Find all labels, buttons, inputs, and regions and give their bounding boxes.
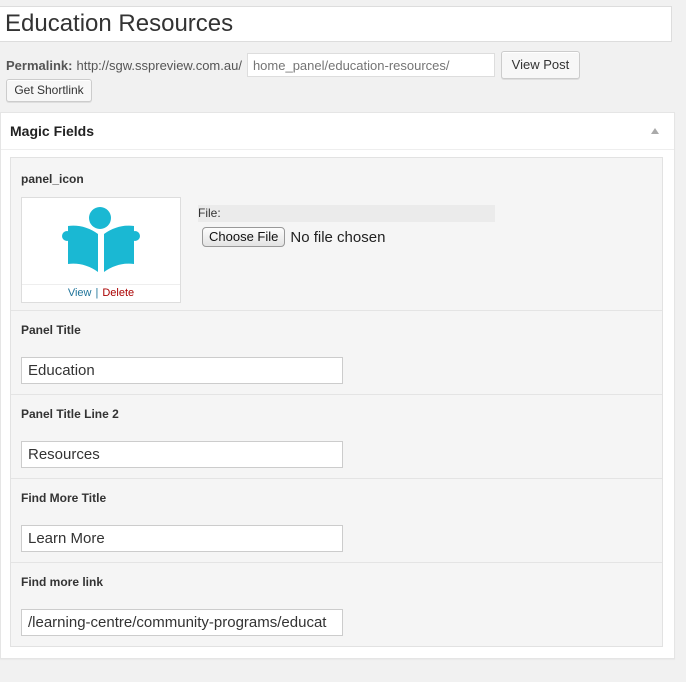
permalink-row: Permalink: http://sgw.sspreview.com.au/ … [6,51,580,79]
field-label-find-more-link: Find more link [21,575,104,589]
field-panel-icon: panel_icon View | Delete File: Choose File [11,158,662,311]
field-label-panel-icon: panel_icon [21,172,84,186]
field-label-find-more-title: Find More Title [21,491,107,505]
post-title-input[interactable] [0,6,672,42]
field-label-panel-title-line-2: Panel Title Line 2 [21,407,119,421]
panel-title-input[interactable]: Education [21,357,343,384]
fields-container: panel_icon View | Delete File: Choose File [10,157,663,647]
view-image-link[interactable]: View [68,287,92,299]
panel-title-line-2-input[interactable]: Resources [21,441,343,468]
file-upload: File: Choose File No file chosen [198,205,495,247]
view-post-button[interactable]: View Post [500,51,580,79]
metabox-header[interactable]: Magic Fields [1,113,674,150]
slug-input[interactable] [246,53,495,77]
separator: | [95,287,99,299]
no-file-text: No file chosen [290,228,386,246]
field-panel-title-line-2: Panel Title Line 2 Resources [11,395,662,479]
get-shortlink-button[interactable]: Get Shortlink [6,79,92,102]
magic-fields-metabox: Magic Fields panel_icon View | Delete File… [0,112,675,659]
image-actions: View | Delete [22,284,180,302]
field-panel-title: Panel Title Education [11,311,662,395]
choose-file-button[interactable]: Choose File [202,227,286,247]
field-find-more-link: Find more link /learning-centre/communit… [11,563,662,646]
delete-image-link[interactable]: Delete [102,287,134,299]
field-label-panel-title: Panel Title [21,323,81,337]
find-more-link-input[interactable]: /learning-centre/community-programs/educ… [21,609,343,636]
metabox-title: Magic Fields [10,123,95,139]
find-more-title-input[interactable]: Learn More [21,525,343,552]
file-label: File: [198,205,495,222]
field-find-more-title: Find More Title Learn More [11,479,662,563]
permalink-base-url: http://sgw.sspreview.com.au/ [76,57,242,73]
open-book-reader-icon [62,207,140,272]
image-preview: View | Delete [21,197,181,303]
permalink-label: Permalink: [6,57,73,73]
triangle-up-icon[interactable] [651,128,659,134]
